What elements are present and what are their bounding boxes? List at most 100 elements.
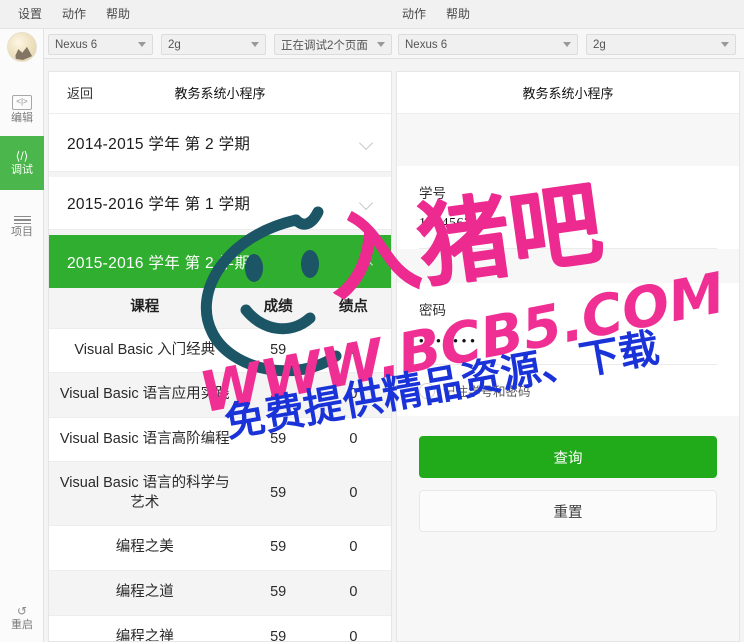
accordion-item-label: 2015-2016 学年 第 2 学期 <box>67 254 251 272</box>
cell-course: 编程之禅 <box>49 615 241 641</box>
sidebar-item-restart[interactable]: ↺ 重启 <box>0 591 44 642</box>
right-page-title: 教务系统小程序 <box>522 86 614 101</box>
student-id-input[interactable]: 1234567 <box>419 202 717 249</box>
memory-select-left-value: 2g <box>168 38 181 51</box>
code-box-icon: <|> <box>12 94 32 110</box>
table-row: Visual Basic 入门经典 59 0 <box>49 328 391 374</box>
toolbar: Nexus 6 2g 正在调试2个页面 Nexus 6 2g <box>0 29 744 59</box>
left-nav-bar: 返回 教务系统小程序 <box>49 72 391 114</box>
cell-score: 59 <box>240 372 316 418</box>
chevron-down-icon <box>359 135 375 151</box>
remember-row[interactable]: 记住学号和密码 <box>397 365 739 416</box>
sidebar-item-edit[interactable]: <|> 编辑 <box>0 82 44 136</box>
menu-item-actions-right[interactable]: 动作 <box>392 0 436 29</box>
cell-course: 编程之美 <box>49 525 241 571</box>
hamburger-lines-icon <box>13 215 31 225</box>
sidebar-item-debug[interactable]: ⟨/⟩ 调试 <box>0 136 44 190</box>
menu-item-settings[interactable]: 设置 <box>8 0 52 29</box>
login-form: 学号 1234567 密码 ••••••• 记住学号和密码 查询 重置 <box>397 114 739 641</box>
memory-select-right-value: 2g <box>593 38 606 51</box>
sidebar-item-project-label: 项目 <box>11 226 33 239</box>
cell-score: 59 <box>240 525 316 571</box>
password-label: 密码 <box>419 303 446 318</box>
cell-course: Visual Basic 语言的科学与艺术 <box>49 461 241 527</box>
remember-label: 记住学号和密码 <box>443 385 531 399</box>
form-top-spacer <box>397 114 739 166</box>
menu-item-actions[interactable]: 动作 <box>52 0 96 29</box>
avatar[interactable] <box>7 32 37 62</box>
remember-checkbox[interactable] <box>419 382 435 399</box>
chevron-down-icon <box>377 42 385 47</box>
device-select-right[interactable]: Nexus 6 <box>398 34 578 55</box>
accordion-item-2015-2016-t1[interactable]: 2015-2016 学年 第 1 学期 <box>49 172 391 230</box>
simulator-panel-left: 返回 教务系统小程序 2014-2015 学年 第 2 学期 2015-2016… <box>48 71 392 642</box>
menubar-right-group: 动作 帮助 <box>392 0 480 29</box>
accordion-item-2014-2015-t2[interactable]: 2014-2015 学年 第 2 学期 <box>49 114 391 172</box>
menu-item-help[interactable]: 帮助 <box>96 0 140 29</box>
cell-course: Visual Basic 入门经典 <box>49 328 241 374</box>
table-row: 编程之道 59 0 <box>49 570 391 616</box>
sidebar-item-project[interactable]: 项目 <box>0 200 44 254</box>
cell-gpa: 0 <box>315 525 391 571</box>
cell-score: 59 <box>240 417 316 463</box>
chevron-down-icon <box>359 195 375 211</box>
form-gap <box>397 249 739 283</box>
cell-score: 59 <box>240 461 316 527</box>
reset-button[interactable]: 重置 <box>419 490 717 532</box>
menubar-left-group: 设置 动作 帮助 <box>8 0 140 29</box>
table-row: 编程之美 59 0 <box>49 525 391 571</box>
column-header-score: 成绩 <box>240 288 316 329</box>
debug-status-select[interactable]: 正在调试2个页面 <box>274 34 392 55</box>
grades-table: 课程 成绩 绩点 Visual Basic 入门经典 59 0 Visual B… <box>49 288 391 641</box>
left-rail: <|> 编辑 ⟨/⟩ 调试 项目 ↺ 重启 <box>0 29 44 642</box>
cell-gpa: 0 <box>315 328 391 374</box>
cell-course: Visual Basic 语言应用实践 <box>49 372 241 418</box>
menubar: 设置 动作 帮助 动作 帮助 <box>0 0 744 29</box>
student-id-label: 学号 <box>419 186 446 201</box>
accordion-item-2015-2016-t2[interactable]: 2015-2016 学年 第 2 学期 <box>49 230 391 288</box>
cell-gpa: 0 <box>315 417 391 463</box>
cell-gpa: 0 <box>315 615 391 641</box>
password-input[interactable]: ••••••• <box>419 319 717 365</box>
app-root: 设置 动作 帮助 动作 帮助 Nexus 6 2g 正在调试2个页面 Nexus… <box>0 0 744 642</box>
cell-score: 59 <box>240 570 316 616</box>
simulator-panel-right: 教务系统小程序 学号 1234567 密码 ••••••• 记住学号和密码 查询… <box>396 71 740 642</box>
table-row: Visual Basic 语言的科学与艺术 59 0 <box>49 461 391 527</box>
chevron-down-icon <box>721 42 729 47</box>
left-page-title: 教务系统小程序 <box>174 86 266 101</box>
device-select-left-value: Nexus 6 <box>55 38 98 51</box>
cell-gpa: 0 <box>315 372 391 418</box>
accordion-item-label: 2014-2015 学年 第 2 学期 <box>67 135 251 153</box>
back-button[interactable]: 返回 <box>67 83 93 102</box>
cell-score: 59 <box>240 615 316 641</box>
sidebar-item-restart-label: 重启 <box>11 619 33 631</box>
column-header-gpa: 绩点 <box>315 288 391 329</box>
device-select-right-value: Nexus 6 <box>405 38 448 51</box>
memory-select-right[interactable]: 2g <box>586 34 736 55</box>
sidebar-item-debug-label: 调试 <box>11 164 33 176</box>
debug-status-value: 正在调试2个页面 <box>281 39 368 52</box>
table-row: Visual Basic 语言应用实践 59 0 <box>49 372 391 418</box>
device-select-left[interactable]: Nexus 6 <box>48 34 153 55</box>
table-header-row: 课程 成绩 绩点 <box>49 288 391 329</box>
chevron-down-icon <box>251 42 259 47</box>
chevron-down-icon <box>138 42 146 47</box>
student-id-field[interactable]: 学号 1234567 <box>397 166 739 249</box>
password-field[interactable]: 密码 ••••••• <box>397 283 739 365</box>
accordion-item-label: 2015-2016 学年 第 1 学期 <box>67 196 251 213</box>
column-header-course: 课程 <box>49 288 241 329</box>
submit-button[interactable]: 查询 <box>419 436 717 478</box>
cell-gpa: 0 <box>315 570 391 616</box>
semester-accordion: 2014-2015 学年 第 2 学期 2015-2016 学年 第 1 学期 … <box>49 114 391 288</box>
memory-select-left[interactable]: 2g <box>161 34 266 55</box>
table-row: 编程之禅 59 0 <box>49 615 391 641</box>
form-buttons: 查询 重置 <box>397 416 739 532</box>
menu-item-help-right[interactable]: 帮助 <box>436 0 480 29</box>
chevron-up-icon <box>359 254 375 270</box>
cell-gpa: 0 <box>315 461 391 527</box>
cell-score: 59 <box>240 328 316 374</box>
restart-icon: ↺ <box>16 604 28 618</box>
grades-table-body: Visual Basic 入门经典 59 0 Visual Basic 语言应用… <box>49 328 391 641</box>
cell-course: Visual Basic 语言高阶编程 <box>49 417 241 463</box>
chevron-down-icon <box>563 42 571 47</box>
